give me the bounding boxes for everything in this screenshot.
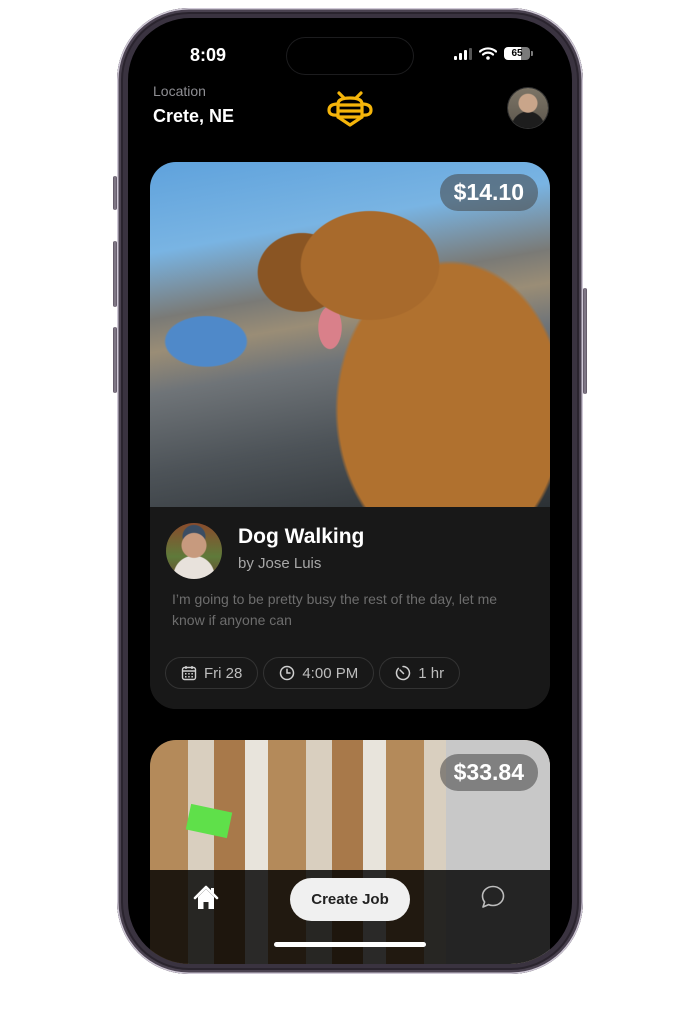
home-icon[interactable] [192,884,220,912]
status-indicators: 65 [454,47,533,60]
poster-avatar[interactable] [166,523,222,579]
power-button [583,288,587,394]
create-job-button[interactable]: Create Job [290,878,410,921]
received-sticker [185,803,233,839]
home-indicator[interactable] [274,942,426,947]
cellular-signal-icon [454,47,472,60]
bottom-tab-bar: Create Job [150,870,550,964]
time-chip: 4:00 PM [263,657,375,689]
clock-icon [280,665,295,681]
duration-chip: 1 hr [379,657,461,689]
action-button [113,176,117,210]
job-description: I’m going to be pretty busy the rest of … [172,591,498,628]
job-details: Fri 28 4:00 PM 1 hr [165,657,461,689]
volume-down-button [113,327,117,393]
location-value[interactable]: Crete, NE [153,106,234,127]
job-author: by Jose Luis [238,555,322,572]
price-badge: $14.10 [439,174,538,211]
bee-logo-icon [327,91,373,127]
profile-avatar[interactable] [508,88,548,128]
time-label: 4:00 PM [302,664,359,682]
job-info: Dog Walking by Jose Luis I’m going to be… [150,507,550,709]
dog-in-car-photo [150,162,550,507]
location-label: Location [153,83,206,99]
wifi-icon [479,47,497,60]
job-card[interactable]: $14.10 Dog Walking by Jose Luis I’m goin… [150,162,550,709]
price-badge: $33.84 [439,754,538,791]
calendar-icon [181,666,197,681]
date-chip: Fri 28 [165,657,259,689]
dynamic-island [287,38,413,74]
chat-bubble-icon[interactable] [480,884,506,910]
timer-icon [396,665,411,681]
date-label: Fri 28 [204,664,243,682]
job-title: Dog Walking [238,525,365,548]
duration-label: 1 hr [418,664,445,682]
volume-up-button [113,241,117,307]
status-time: 8:09 [190,45,227,65]
battery-indicator: 65 [504,47,533,60]
app-screen: 8:09 65 Location Crete, NE $14.10 Dog Wa… [128,18,572,964]
